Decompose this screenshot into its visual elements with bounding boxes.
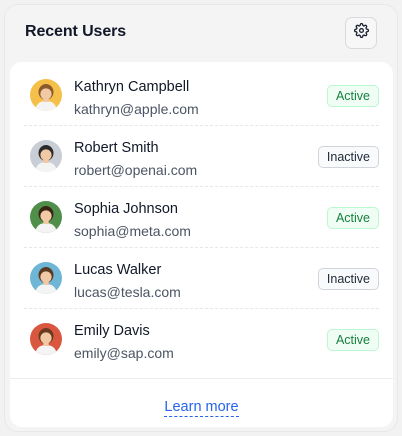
users-card: Kathryn Campbell kathryn@apple.com Activ… [10,62,393,427]
recent-users-panel: Recent Users Kathryn Campbell kathryn@ap… [4,4,398,432]
user-row[interactable]: Kathryn Campbell kathryn@apple.com Activ… [24,65,379,126]
user-name: Emily Davis [74,323,150,339]
status-badge: Active [326,207,379,229]
status-badge: Active [326,329,379,351]
avatar [30,140,62,172]
avatar [30,323,62,355]
user-name: Robert Smith [74,140,159,156]
user-email: kathryn@apple.com [74,101,199,117]
user-name: Sophia Johnson [74,201,178,217]
user-row[interactable]: Lucas Walker lucas@tesla.com Inactive [24,248,379,309]
status-badge: Inactive [317,268,379,290]
avatar [30,201,62,233]
avatar [30,262,62,294]
user-row[interactable]: Robert Smith robert@openai.com Inactive [24,126,379,187]
user-name: Lucas Walker [74,262,162,278]
user-list: Kathryn Campbell kathryn@apple.com Activ… [24,65,379,370]
learn-more-link[interactable]: Learn more [164,399,239,417]
panel-header: Recent Users [5,5,397,63]
user-row[interactable]: Sophia Johnson sophia@meta.com Active [24,187,379,248]
gear-icon [353,23,369,43]
panel-title: Recent Users [25,23,127,40]
user-email: robert@openai.com [74,162,198,178]
avatar [30,79,62,111]
user-name: Kathryn Campbell [74,79,190,95]
card-footer: Learn more [10,378,393,427]
user-email: lucas@tesla.com [74,284,181,300]
user-email: emily@sap.com [74,345,174,361]
settings-button[interactable] [345,17,377,49]
status-badge: Inactive [317,146,379,168]
user-row[interactable]: Emily Davis emily@sap.com Active [24,309,379,370]
user-email: sophia@meta.com [74,223,191,239]
status-badge: Active [326,85,379,107]
